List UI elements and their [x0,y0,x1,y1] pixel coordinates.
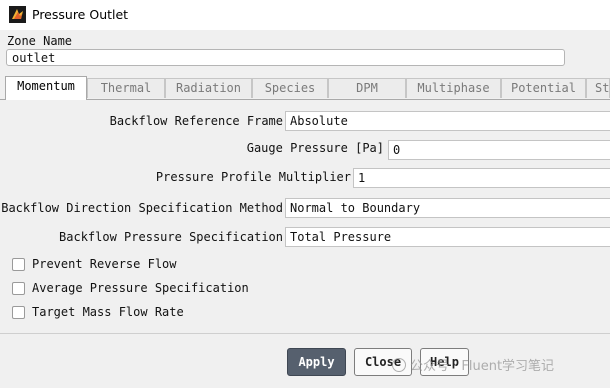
wechat-icon [392,358,406,372]
prevent-reverse-flow-checkbox[interactable] [12,258,25,271]
tab-multiphase[interactable]: Multiphase [406,78,501,98]
tab-structure-partial[interactable]: St [586,78,610,98]
footer-divider [0,333,610,334]
gauge-pressure-label: Gauge Pressure [Pa] [246,141,384,155]
tab-bar: Momentum Thermal Radiation Species DPM M… [5,76,610,100]
tab-species[interactable]: Species [252,78,328,98]
backflow-direction-select[interactable]: Normal to Boundary [285,198,610,218]
tab-radiation[interactable]: Radiation [165,78,252,98]
tab-dpm[interactable]: DPM [328,78,406,98]
title-bar: Pressure Outlet [0,0,610,30]
tab-potential[interactable]: Potential [501,78,586,98]
zone-name-label: Zone Name [7,34,73,48]
fluent-app-icon [9,6,26,23]
backflow-reference-frame-label: Backflow Reference Frame [109,114,283,128]
gauge-pressure-input[interactable]: 0 [388,140,610,160]
tab-momentum[interactable]: Momentum [5,76,87,100]
zone-name-input[interactable]: outlet [6,49,565,66]
momentum-panel: Backflow Reference Frame Absolute Gauge … [0,100,610,333]
prevent-reverse-flow-label: Prevent Reverse Flow [32,257,177,271]
average-pressure-label: Average Pressure Specification [32,281,249,295]
backflow-pressure-select[interactable]: Total Pressure [285,227,610,247]
average-pressure-checkbox[interactable] [12,282,25,295]
tab-thermal[interactable]: Thermal [87,78,165,98]
pressure-profile-multiplier-label: Pressure Profile Multiplier [155,170,351,184]
watermark: 公众号 · Fluent学习笔记 [392,355,555,374]
backflow-pressure-label: Backflow Pressure Specification [59,230,283,244]
watermark-text: 公众号 · Fluent学习笔记 [410,359,555,374]
apply-button[interactable]: Apply [287,348,346,376]
window-title: Pressure Outlet [32,7,129,22]
target-mass-flow-checkbox[interactable] [12,306,25,319]
target-mass-flow-label: Target Mass Flow Rate [32,305,184,319]
backflow-reference-frame-select[interactable]: Absolute [285,111,610,131]
pressure-profile-multiplier-input[interactable]: 1 [353,168,610,188]
backflow-direction-label: Backflow Direction Specification Method [1,201,283,215]
